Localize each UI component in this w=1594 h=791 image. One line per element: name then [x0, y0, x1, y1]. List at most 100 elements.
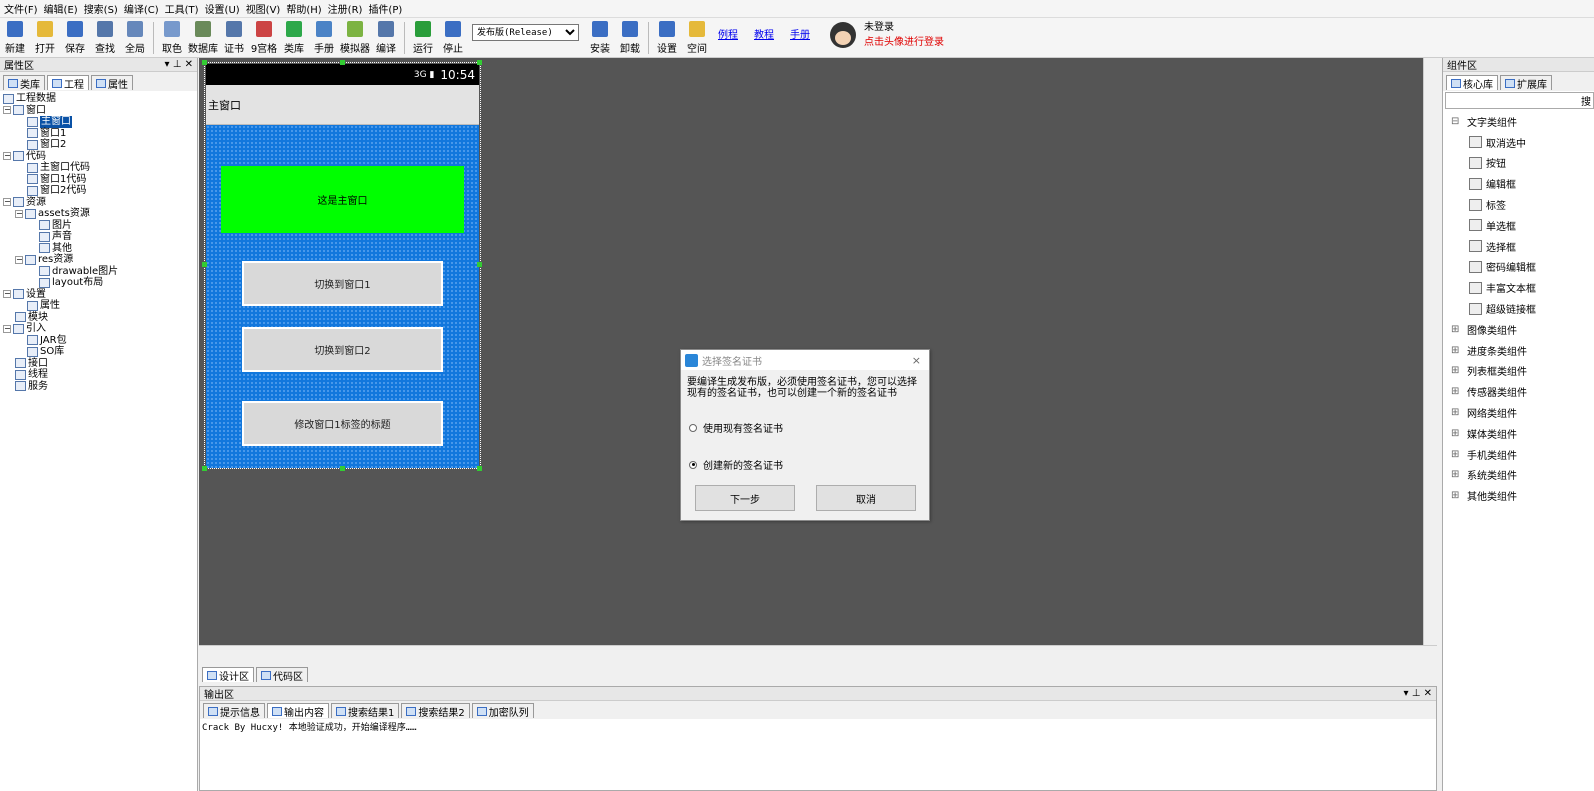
android-button[interactable]: 模拟器 — [340, 18, 370, 56]
color-picker-button[interactable]: 取色 — [158, 18, 186, 56]
output-tab-1[interactable]: 输出内容 — [267, 703, 329, 719]
examples-link[interactable]: 例程 — [718, 26, 738, 41]
menu-item[interactable]: 注册(R) — [328, 1, 363, 16]
menu-item[interactable]: 工具(T) — [165, 1, 199, 16]
tree-node[interactable]: 窗口1 — [3, 128, 197, 140]
tree-node[interactable]: − 设置 — [3, 289, 197, 301]
compile-button[interactable]: 编译 — [372, 18, 400, 56]
tree-node[interactable]: 声音 — [3, 231, 197, 243]
radio-icon[interactable] — [689, 460, 697, 469]
resize-handle[interactable] — [202, 60, 207, 65]
main-label[interactable]: 这是主窗口 — [221, 166, 464, 233]
design-horizontal-scrollbar[interactable] — [199, 645, 1437, 659]
tutorial-link[interactable]: 教程 — [754, 26, 774, 41]
expand-icon[interactable]: ⊞ — [1451, 407, 1461, 418]
resize-handle[interactable] — [477, 60, 482, 65]
tree-node[interactable]: 窗口2 — [3, 139, 197, 151]
tree-node[interactable]: JAR包 — [3, 335, 197, 347]
new-file-button[interactable]: 新建 — [1, 18, 29, 56]
menu-item[interactable]: 文件(F) — [4, 1, 38, 16]
install-button[interactable]: 安装 — [586, 18, 614, 56]
component-item[interactable]: 密码编辑框 — [1443, 257, 1594, 278]
component-item[interactable]: 选择框 — [1443, 236, 1594, 257]
component-item[interactable]: 单选框 — [1443, 215, 1594, 236]
component-tab-0[interactable]: 核心库 — [1446, 75, 1498, 91]
tree-node[interactable]: SO库 — [3, 346, 197, 358]
menu-item[interactable]: 帮助(H) — [286, 1, 321, 16]
manual-link[interactable]: 手册 — [790, 26, 810, 41]
component-search[interactable]: 搜 — [1445, 92, 1594, 109]
expand-toggle[interactable]: − — [3, 290, 11, 299]
tree-node[interactable]: 主窗口 — [3, 116, 197, 128]
tree-node[interactable]: 其他 — [3, 243, 197, 255]
component-group[interactable]: ⊞ 其他类组件 — [1443, 485, 1594, 506]
expand-icon[interactable]: ⊞ — [1451, 386, 1461, 397]
search-button[interactable]: 查找 — [91, 18, 119, 56]
component-item[interactable]: 标签 — [1443, 194, 1594, 215]
radio-icon[interactable] — [689, 423, 697, 432]
library-button[interactable]: 类库 — [280, 18, 308, 56]
expand-icon[interactable]: ⊞ — [1451, 449, 1461, 460]
tree-node[interactable]: − 代码 — [3, 151, 197, 163]
expand-toggle[interactable]: − — [3, 198, 11, 207]
menu-item[interactable]: 插件(P) — [368, 1, 402, 16]
component-group[interactable]: ⊞ 图像类组件 — [1443, 319, 1594, 340]
expand-icon[interactable]: ⊞ — [1451, 490, 1461, 501]
output-tab-2[interactable]: 搜索结果1 — [331, 703, 400, 719]
tab-2[interactable]: 属性 — [91, 75, 133, 91]
output-tab-4[interactable]: 加密队列 — [471, 703, 534, 719]
expand-toggle[interactable]: − — [3, 152, 11, 161]
component-group[interactable]: ⊞ 传感器类组件 — [1443, 381, 1594, 402]
cancel-button[interactable]: 取消 — [816, 485, 916, 511]
expand-icon[interactable]: ⊞ — [1451, 428, 1461, 439]
tree-node[interactable]: drawable图片 — [3, 266, 197, 278]
output-tab-3[interactable]: 搜索结果2 — [401, 703, 470, 719]
output-tab-0[interactable]: 提示信息 — [203, 703, 265, 719]
open-folder-button[interactable]: 打开 — [31, 18, 59, 56]
fullscreen-button[interactable]: 全局 — [121, 18, 149, 56]
uninstall-button[interactable]: 卸载 — [616, 18, 644, 56]
stop-button[interactable]: 停止 — [439, 18, 467, 56]
tree-node[interactable]: 图片 — [3, 220, 197, 232]
folder-button[interactable]: 空间 — [683, 18, 711, 56]
tree-node[interactable]: 服务 — [3, 381, 197, 393]
resize-handle[interactable] — [340, 60, 345, 65]
resize-handle[interactable] — [477, 262, 482, 267]
tree-node[interactable]: layout布局 — [3, 277, 197, 289]
component-group-open[interactable]: ⊟ 文字类组件 — [1443, 111, 1594, 132]
database-button[interactable]: 数据库 — [188, 18, 218, 56]
tab-1[interactable]: 工程 — [47, 75, 89, 91]
component-item[interactable]: 编辑框 — [1443, 173, 1594, 194]
expand-icon[interactable]: ⊞ — [1451, 324, 1461, 335]
component-group[interactable]: ⊞ 手机类组件 — [1443, 444, 1594, 465]
create-new-radio[interactable]: 创建新的签名证书 — [681, 457, 929, 472]
tree-node[interactable]: 模块 — [3, 312, 197, 324]
tree-node[interactable]: − res资源 — [3, 254, 197, 266]
expand-icon[interactable]: ⊞ — [1451, 469, 1461, 480]
next-button[interactable]: 下一步 — [695, 485, 795, 511]
menu-item[interactable]: 编译(C) — [124, 1, 159, 16]
editor-tab-0[interactable]: 设计区 — [202, 667, 254, 683]
component-tab-1[interactable]: 扩展库 — [1500, 75, 1552, 91]
menu-item[interactable]: 视图(V) — [246, 1, 281, 16]
modify-label-button[interactable]: 修改窗口1标签的标题 — [242, 401, 443, 446]
expand-icon[interactable]: ⊞ — [1451, 345, 1461, 356]
close-icon[interactable]: × — [912, 354, 921, 367]
expand-toggle[interactable]: − — [15, 209, 23, 218]
tree-node[interactable]: 工程数据 — [3, 93, 197, 105]
collapse-icon[interactable]: ⊟ — [1451, 116, 1461, 127]
panel-controls[interactable]: ▾ ⊥ ✕ — [165, 59, 193, 70]
login-hint[interactable]: 点击头像进行登录 — [864, 33, 944, 48]
panel-controls[interactable]: ▾ ⊥ ✕ — [1404, 688, 1432, 699]
menu-item[interactable]: 编辑(E) — [44, 1, 78, 16]
grid-button[interactable]: 9宫格 — [250, 18, 278, 56]
expand-icon[interactable]: ⊞ — [1451, 365, 1461, 376]
tree-node[interactable]: 线程 — [3, 369, 197, 381]
use-existing-radio[interactable]: 使用现有签名证书 — [681, 420, 929, 435]
editor-tab-1[interactable]: 代码区 — [256, 667, 308, 683]
tree-node[interactable]: 接口 — [3, 358, 197, 370]
tree-node[interactable]: 属性 — [3, 300, 197, 312]
certificate-button[interactable]: 证书 — [220, 18, 248, 56]
component-group[interactable]: ⊞ 进度条类组件 — [1443, 340, 1594, 361]
tree-node[interactable]: 窗口1代码 — [3, 174, 197, 186]
